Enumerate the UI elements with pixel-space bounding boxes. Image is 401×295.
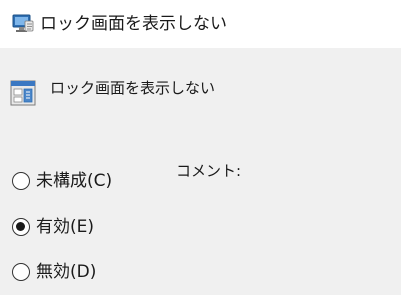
- comment-label: コメント:: [176, 162, 242, 180]
- radio-disabled[interactable]: 無効(D): [12, 257, 96, 287]
- setting-title: ロック画面を表示しない: [50, 79, 216, 97]
- radio-not-configured[interactable]: 未構成(C): [12, 166, 112, 196]
- radio-button-icon[interactable]: [12, 218, 30, 236]
- radio-label: 有効(E): [36, 217, 95, 237]
- window-title: ロック画面を表示しない: [40, 14, 227, 34]
- radio-button-icon[interactable]: [12, 172, 30, 190]
- radio-label: 無効(D): [36, 262, 97, 282]
- policy-setting-icon: [10, 80, 36, 106]
- group-policy-setting-icon: [12, 14, 34, 32]
- radio-enabled[interactable]: 有効(E): [12, 212, 94, 242]
- radio-button-icon[interactable]: [12, 263, 30, 281]
- title-bar: ロック画面を表示しない: [0, 0, 401, 48]
- radio-label: 未構成(C): [36, 171, 113, 191]
